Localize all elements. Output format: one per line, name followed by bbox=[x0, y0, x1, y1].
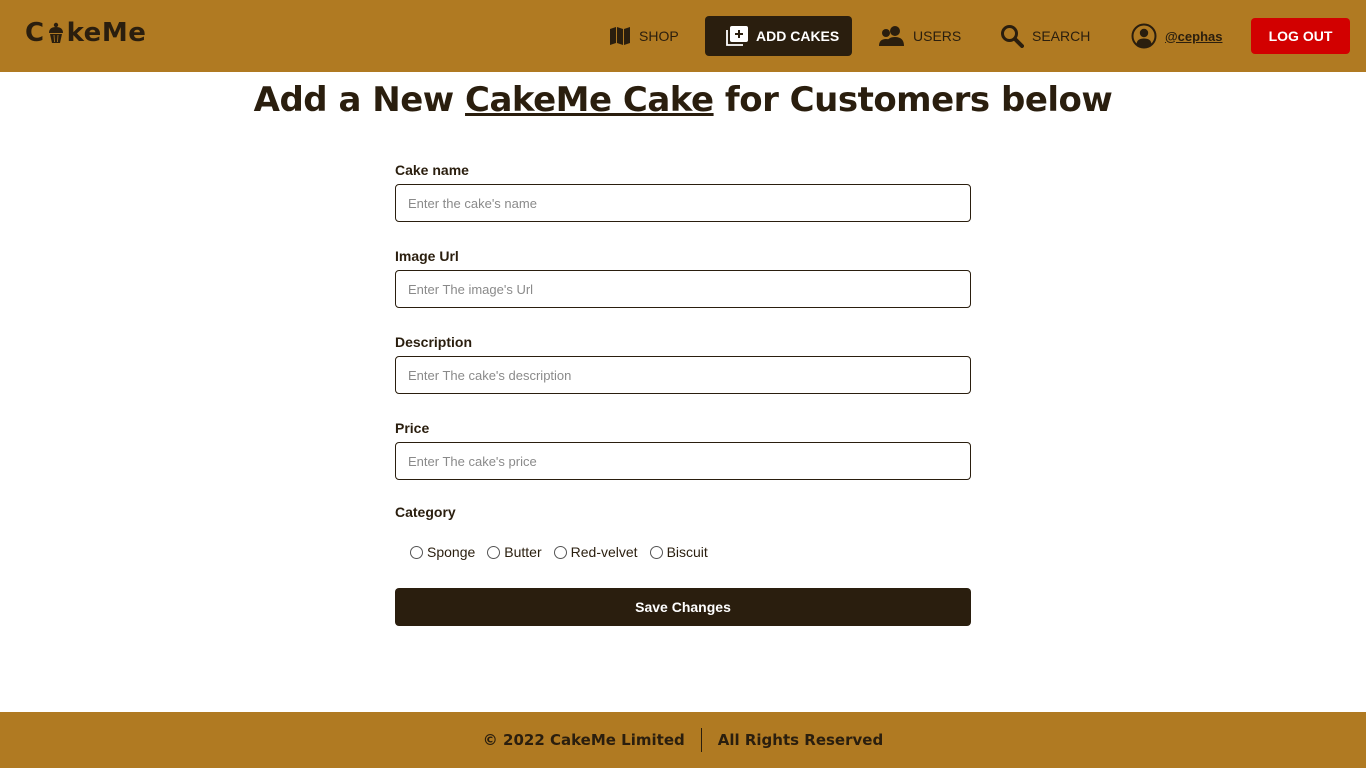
top-navbar: C keMe SHOP ADD CAKES USERS SEARCH @ceph… bbox=[0, 0, 1366, 72]
radio-circle[interactable] bbox=[487, 545, 501, 559]
nav-add-cakes-label: ADD CAKES bbox=[756, 28, 840, 44]
price-label: Price bbox=[395, 420, 430, 436]
map-icon bbox=[610, 27, 630, 45]
description-input[interactable] bbox=[395, 356, 971, 394]
price-group: Price bbox=[395, 418, 971, 480]
category-option-red-velvet[interactable]: Red-velvet bbox=[553, 544, 638, 560]
nav-shop[interactable]: SHOP bbox=[609, 16, 689, 56]
image-url-group: Image Url bbox=[395, 246, 971, 308]
category-option-label: Biscuit bbox=[666, 544, 708, 560]
cupcake-icon bbox=[48, 22, 63, 43]
nav-users[interactable]: USERS bbox=[879, 16, 969, 56]
footer: © 2022 CakeMe Limited All Rights Reserve… bbox=[0, 712, 1366, 768]
price-input[interactable] bbox=[395, 442, 971, 480]
radio-circle[interactable] bbox=[553, 545, 567, 559]
search-icon bbox=[1001, 25, 1024, 48]
image-url-input[interactable] bbox=[395, 270, 971, 308]
user-circle-icon bbox=[1131, 23, 1157, 49]
category-option-butter[interactable]: Butter bbox=[487, 544, 542, 560]
nav-username: @cephas bbox=[1165, 28, 1223, 44]
page-title-after: for Customers below bbox=[713, 80, 1113, 120]
add-box-icon bbox=[726, 26, 748, 46]
brand-logo[interactable]: C keMe bbox=[25, 18, 146, 48]
category-radio-group: Sponge Butter Red-velvet Biscuit bbox=[410, 544, 708, 560]
cake-name-group: Cake name bbox=[395, 160, 971, 222]
nav-search[interactable]: SEARCH bbox=[1000, 16, 1100, 56]
page-title: Add a New CakeMe Cake for Customers belo… bbox=[0, 80, 1366, 120]
category-option-label: Butter bbox=[504, 544, 542, 560]
page-title-emphasis[interactable]: CakeMe Cake bbox=[465, 80, 714, 120]
category-option-sponge[interactable]: Sponge bbox=[410, 544, 475, 560]
nav-user-profile[interactable]: @cephas bbox=[1131, 16, 1241, 56]
nav-add-cakes[interactable]: ADD CAKES bbox=[705, 16, 852, 56]
category-label: Category bbox=[395, 504, 456, 520]
brand-name-prefix: C bbox=[25, 18, 45, 48]
category-option-label: Red-velvet bbox=[570, 544, 638, 560]
brand-name-suffix: keMe bbox=[66, 18, 147, 48]
description-group: Description bbox=[395, 332, 971, 394]
cake-name-label: Cake name bbox=[395, 162, 469, 178]
cake-name-input[interactable] bbox=[395, 184, 971, 222]
page-title-before: Add a New bbox=[253, 80, 466, 120]
footer-rights: All Rights Reserved bbox=[717, 731, 884, 749]
nav-search-label: SEARCH bbox=[1032, 28, 1091, 44]
radio-circle[interactable] bbox=[410, 545, 423, 559]
save-changes-button[interactable]: Save Changes bbox=[395, 588, 971, 626]
image-url-label: Image Url bbox=[395, 248, 459, 264]
description-label: Description bbox=[395, 334, 473, 350]
footer-copyright: © 2022 CakeMe Limited bbox=[482, 731, 685, 749]
category-option-label: Sponge bbox=[427, 544, 476, 560]
footer-divider bbox=[700, 728, 702, 752]
logout-button[interactable]: LOG OUT bbox=[1251, 18, 1350, 54]
category-option-biscuit[interactable]: Biscuit bbox=[649, 544, 708, 560]
nav-users-label: USERS bbox=[913, 28, 962, 44]
radio-circle[interactable] bbox=[649, 545, 663, 559]
users-icon bbox=[879, 26, 904, 46]
nav-shop-label: SHOP bbox=[639, 28, 679, 44]
